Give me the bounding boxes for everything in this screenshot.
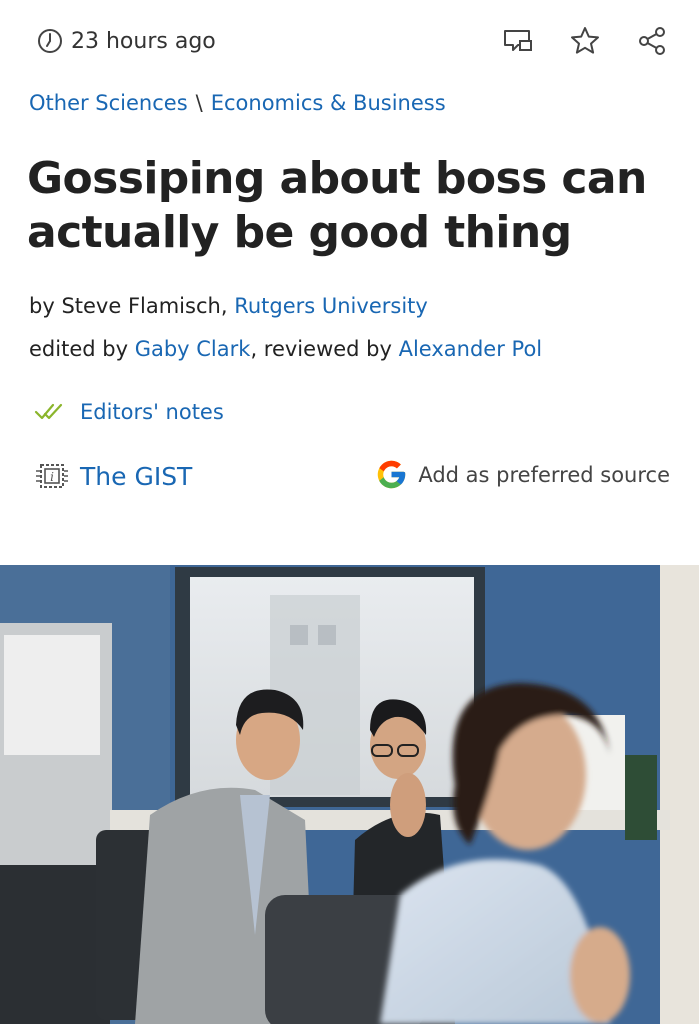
author-byline: by Steve Flamisch, Rutgers University — [29, 294, 428, 318]
gist-button[interactable]: i The GIST — [34, 458, 192, 494]
article-hero-photo — [0, 565, 699, 1024]
google-g-icon — [378, 460, 406, 489]
article-actions — [501, 24, 669, 58]
info-chip-icon: i — [36, 464, 68, 488]
comment-icon — [504, 30, 532, 51]
time-ago-text: 23 hours ago — [71, 28, 216, 54]
article-page: 23 hours ago Other Sciences \ Economics … — [0, 0, 699, 1024]
editors-notes-label: Editors' notes — [80, 400, 224, 424]
comments-button[interactable] — [501, 24, 535, 58]
gist-label: The GIST — [80, 461, 193, 491]
edited-prefix: edited by — [29, 337, 135, 361]
office-gossip-photo — [0, 565, 699, 1024]
byline-prefix: by — [29, 294, 62, 318]
breadcrumb: Other Sciences \ Economics & Business — [29, 91, 446, 115]
bookmark-button[interactable] — [568, 24, 602, 58]
reviewer-link[interactable]: Alexander Pol — [399, 337, 543, 361]
editor-link[interactable]: Gaby Clark — [135, 337, 251, 361]
clock-icon — [38, 29, 62, 53]
add-preferred-source-button[interactable]: Add as preferred source — [375, 458, 670, 491]
breadcrumb-separator: \ — [195, 91, 203, 115]
reviewed-by-text: , reviewed by — [250, 337, 399, 361]
institution-link[interactable]: Rutgers University — [234, 294, 428, 318]
share-button[interactable] — [635, 24, 669, 58]
double-check-icon — [34, 403, 63, 420]
breadcrumb-economics-business[interactable]: Economics & Business — [211, 91, 446, 115]
preferred-source-label: Add as preferred source — [418, 462, 670, 487]
star-icon — [571, 27, 599, 54]
article-title: Gossiping about boss can actually be goo… — [27, 153, 647, 258]
editors-notes-button[interactable]: Editors' notes — [34, 400, 224, 424]
publish-time: 23 hours ago — [37, 24, 216, 58]
article-meta-bar: 23 hours ago — [37, 24, 669, 58]
share-icon — [639, 27, 665, 55]
breadcrumb-other-sciences[interactable]: Other Sciences — [29, 91, 188, 115]
author-name: Steve Flamisch — [61, 294, 221, 318]
edit-review-line: edited by Gaby Clark, reviewed by Alexan… — [29, 337, 542, 361]
byline-comma: , — [220, 294, 235, 318]
svg-text:i: i — [50, 470, 54, 484]
